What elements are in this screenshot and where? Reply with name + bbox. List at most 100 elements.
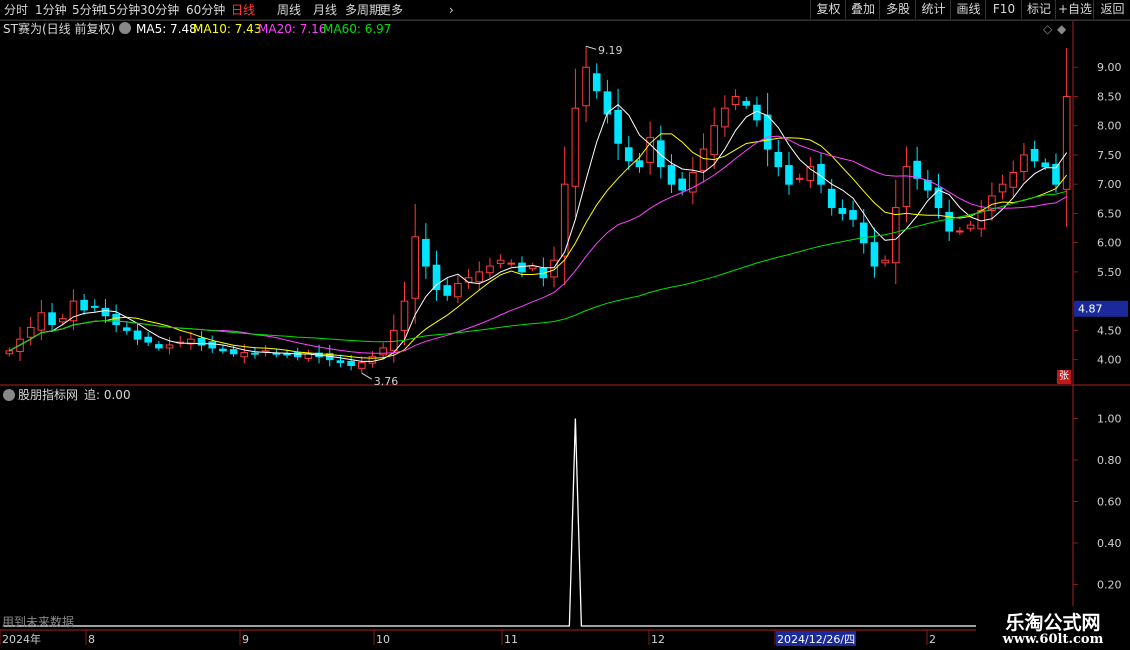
indicator-line <box>4 418 1072 627</box>
candle-body <box>347 360 355 366</box>
candle-body <box>390 329 398 351</box>
candle-body <box>667 165 676 185</box>
candle-body <box>859 222 868 244</box>
candle-body <box>219 348 227 352</box>
future-data-note: 用到未来数据 <box>2 615 75 629</box>
candle-body <box>486 265 494 274</box>
price-tick-label: 4.50 <box>1097 324 1122 337</box>
candle-body <box>251 352 259 355</box>
indicator-tick-label: 0.80 <box>1097 454 1122 467</box>
candle-body <box>69 300 78 322</box>
candle-body <box>165 344 174 349</box>
candle-body <box>849 210 857 220</box>
candle-body <box>101 307 110 317</box>
indicator-settings-icon[interactable] <box>3 389 15 401</box>
candle-body <box>144 336 152 343</box>
ma60-line <box>9 190 1067 352</box>
candle-body <box>518 262 526 273</box>
high-marker-line <box>585 45 597 50</box>
candle-body <box>785 165 793 185</box>
candle-body <box>155 344 163 349</box>
indicator-tick-label: 0.40 <box>1097 537 1122 550</box>
price-tick-label: 5.50 <box>1097 266 1122 279</box>
candle-body <box>678 178 686 191</box>
indicator-tick-label: 0.60 <box>1097 496 1122 509</box>
candle-body <box>411 236 419 299</box>
candle-body <box>123 327 131 331</box>
candle-body <box>795 177 804 180</box>
date-label: 2024年 <box>2 632 41 646</box>
indicator-value: 追: 0.00 <box>84 388 131 402</box>
candle-body <box>5 350 14 355</box>
candle-body <box>550 259 558 278</box>
candle-body <box>699 148 708 171</box>
logo-title: 乐淘公式网 <box>1005 612 1101 634</box>
candle-body <box>582 66 590 107</box>
candle-body <box>902 166 911 208</box>
price-tick-label: 9.00 <box>1097 61 1122 74</box>
candle-body <box>58 318 67 323</box>
price-tick-label: 7.50 <box>1097 149 1122 162</box>
high-price-label: 9.19 <box>598 44 623 57</box>
candle-body <box>293 352 302 358</box>
candle-body <box>592 73 601 92</box>
candle-body <box>635 160 644 168</box>
candle-body <box>357 362 366 369</box>
candle-body <box>614 109 622 144</box>
date-label: 9 <box>242 633 249 646</box>
candle-body <box>496 259 505 265</box>
date-label: 12 <box>651 633 665 646</box>
candle-body <box>475 271 484 283</box>
zhang-mark[interactable]: 张 <box>1057 370 1071 384</box>
candle-body <box>379 347 387 356</box>
candle-body <box>26 326 35 338</box>
candle-body <box>454 283 462 298</box>
low-price-label: 3.76 <box>374 375 399 388</box>
price-tick-label: 8.50 <box>1097 90 1122 103</box>
candle-body <box>432 264 441 290</box>
candle-body <box>742 100 751 106</box>
candle-body <box>80 299 88 311</box>
candle-body <box>464 277 473 283</box>
candle-body <box>133 330 142 340</box>
candle-body <box>507 262 516 265</box>
price-tick-label: 8.00 <box>1097 120 1122 133</box>
candle-body <box>945 211 953 232</box>
candle-body <box>710 125 719 156</box>
candle-body <box>838 208 847 214</box>
indicator-tick-label: 0.20 <box>1097 579 1122 592</box>
price-chart[interactable]: 9.00 8.50 8.00 7.50 7.00 6.50 6.00 5.50 4.50 4.00… <box>0 0 1130 650</box>
candle-body <box>571 107 580 187</box>
candle-body <box>1020 154 1028 172</box>
candle-body <box>112 313 120 326</box>
candle-body <box>624 147 633 162</box>
logo-url: www.60lt.com <box>1002 632 1104 647</box>
candle-body <box>90 305 99 308</box>
candle-body <box>763 114 772 150</box>
date-label: 2 <box>929 633 936 646</box>
candle-body <box>1030 148 1039 162</box>
candle-body <box>229 349 238 355</box>
candle-body <box>368 356 377 364</box>
candle-body <box>998 183 1007 193</box>
price-tick-label: 6.50 <box>1097 207 1122 220</box>
price-tick-label: 6.00 <box>1097 237 1122 250</box>
candle-body <box>721 107 729 128</box>
date-label: 2024/12/26/四 <box>777 633 855 646</box>
candle-body <box>870 242 879 267</box>
candle-body <box>774 151 783 168</box>
candle-body <box>827 188 836 209</box>
candle-body <box>240 352 249 358</box>
candle-body <box>37 312 46 331</box>
date-label: 11 <box>504 633 518 646</box>
candle-body <box>881 259 889 264</box>
candle-body <box>657 140 665 168</box>
candle-body <box>1041 162 1050 168</box>
candle-body <box>1009 171 1018 188</box>
indicator-title[interactable]: 股朋指标网 <box>18 387 78 403</box>
watermark-logo: 乐淘公式网 www.60lt.com <box>976 606 1130 650</box>
candle-body <box>731 95 740 106</box>
candle-body <box>336 360 345 364</box>
candle-body <box>443 285 452 296</box>
candle-body <box>956 230 964 233</box>
